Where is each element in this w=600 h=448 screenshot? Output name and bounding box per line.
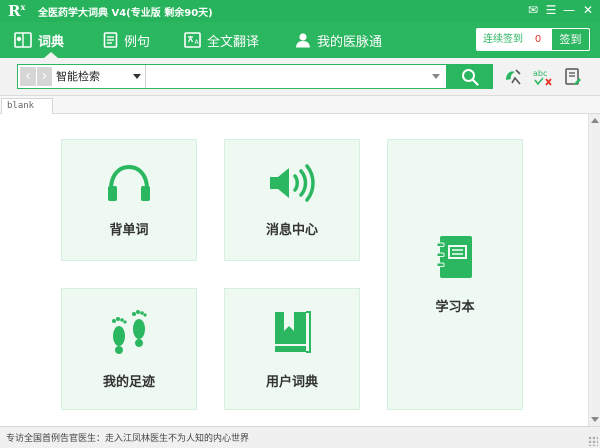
close-button[interactable]: ✕ xyxy=(580,2,596,18)
tile-label: 我的足迹 xyxy=(102,374,155,390)
checkin-label: 连续签到 xyxy=(483,34,523,45)
document-icon xyxy=(103,32,118,48)
nav-tab-dictionary[interactable]: 词典 xyxy=(14,22,64,58)
history-forward-button[interactable]: › xyxy=(36,67,52,86)
tile-label: 用户词典 xyxy=(265,374,318,390)
scroll-down-icon[interactable] xyxy=(591,417,599,422)
footprints-icon xyxy=(112,309,147,354)
checkin-button[interactable]: 签到 xyxy=(551,29,589,50)
search-input[interactable] xyxy=(148,67,428,86)
nav-tab-label: 全文翻译 xyxy=(207,34,260,50)
tile-label: 背单词 xyxy=(109,222,149,238)
history-back-button[interactable]: ‹ xyxy=(20,67,36,86)
nav-tab-examples[interactable]: 例句 xyxy=(103,22,150,58)
nav-tab-my-account[interactable]: 我的医脉通 xyxy=(295,22,382,58)
search-mode-select[interactable]: 智能检索 xyxy=(56,65,146,88)
headphones-icon xyxy=(108,164,150,201)
translate-icon: A xyxy=(184,32,201,48)
scroll-up-icon[interactable] xyxy=(591,118,599,123)
dictionary-icon xyxy=(14,32,32,48)
home-panel: 背单词 消息中心 学习本 我的足迹 用户词典 xyxy=(0,114,588,426)
search-box: ‹ › 智能检索 xyxy=(17,64,447,89)
user-icon xyxy=(296,33,310,48)
word-capture-icon[interactable] xyxy=(502,66,524,88)
svg-text:abc: abc xyxy=(533,69,547,78)
skin-button[interactable]: ✉ xyxy=(525,2,541,18)
main-nav: 词典 例句 A 全文翻译 我的医脉通 连续签到 0 签到 xyxy=(0,22,600,58)
tile-my-footprints[interactable]: 我的足迹 xyxy=(61,288,197,410)
bookmark-book-icon xyxy=(275,310,311,353)
vertical-scrollbar[interactable] xyxy=(588,114,600,426)
search-history-dropdown-icon[interactable] xyxy=(432,74,440,79)
resize-grip-icon[interactable] xyxy=(588,436,598,446)
notebook-icon xyxy=(436,236,472,278)
checkin-count: 0 xyxy=(534,34,542,45)
svg-text:A: A xyxy=(195,39,200,46)
tile-message-center[interactable]: 消息中心 xyxy=(224,139,360,261)
menu-button[interactable]: ☰ xyxy=(543,2,559,18)
notes-icon[interactable] xyxy=(562,66,584,88)
status-bar: 专访全国首例告官医生：走入江凤林医生不为人知的内心世界 xyxy=(0,426,600,448)
news-ticker-link[interactable]: 专访全国首例告官医生：走入江凤林医生不为人知的内心世界 xyxy=(6,431,249,444)
nav-tab-translate[interactable]: A 全文翻译 xyxy=(184,22,259,58)
tile-label: 消息中心 xyxy=(265,222,318,238)
title-bar: Rx 全医药学大词典 V4(专业版 剩余90天) ✉ ☰ — ✕ xyxy=(0,0,600,22)
search-button[interactable] xyxy=(447,64,493,89)
minimize-button[interactable]: — xyxy=(561,2,577,18)
tile-notebook[interactable]: 学习本 xyxy=(387,139,523,410)
search-icon xyxy=(462,68,479,86)
nav-tab-label: 词典 xyxy=(38,34,65,50)
tab-blank[interactable]: blank xyxy=(1,98,53,115)
tile-user-dictionary[interactable]: 用户词典 xyxy=(224,288,360,410)
speaker-icon xyxy=(270,163,315,202)
chevron-down-icon xyxy=(133,74,141,79)
search-mode-value: 智能检索 xyxy=(56,70,100,83)
window-title: 全医药学大词典 V4(专业版 剩余90天) xyxy=(38,8,213,19)
tile-memorize-words[interactable]: 背单词 xyxy=(61,139,197,261)
search-row: ‹ › 智能检索 abc xyxy=(0,58,600,96)
nav-tab-label: 我的医脉通 xyxy=(317,34,383,50)
checkin-widget: 连续签到 0 签到 xyxy=(476,28,590,51)
nav-tab-label: 例句 xyxy=(124,34,151,50)
spell-check-icon[interactable]: abc xyxy=(532,66,554,88)
page-tab-strip: blank xyxy=(0,96,600,115)
app-logo: Rx xyxy=(8,2,26,20)
tile-label: 学习本 xyxy=(435,300,475,315)
